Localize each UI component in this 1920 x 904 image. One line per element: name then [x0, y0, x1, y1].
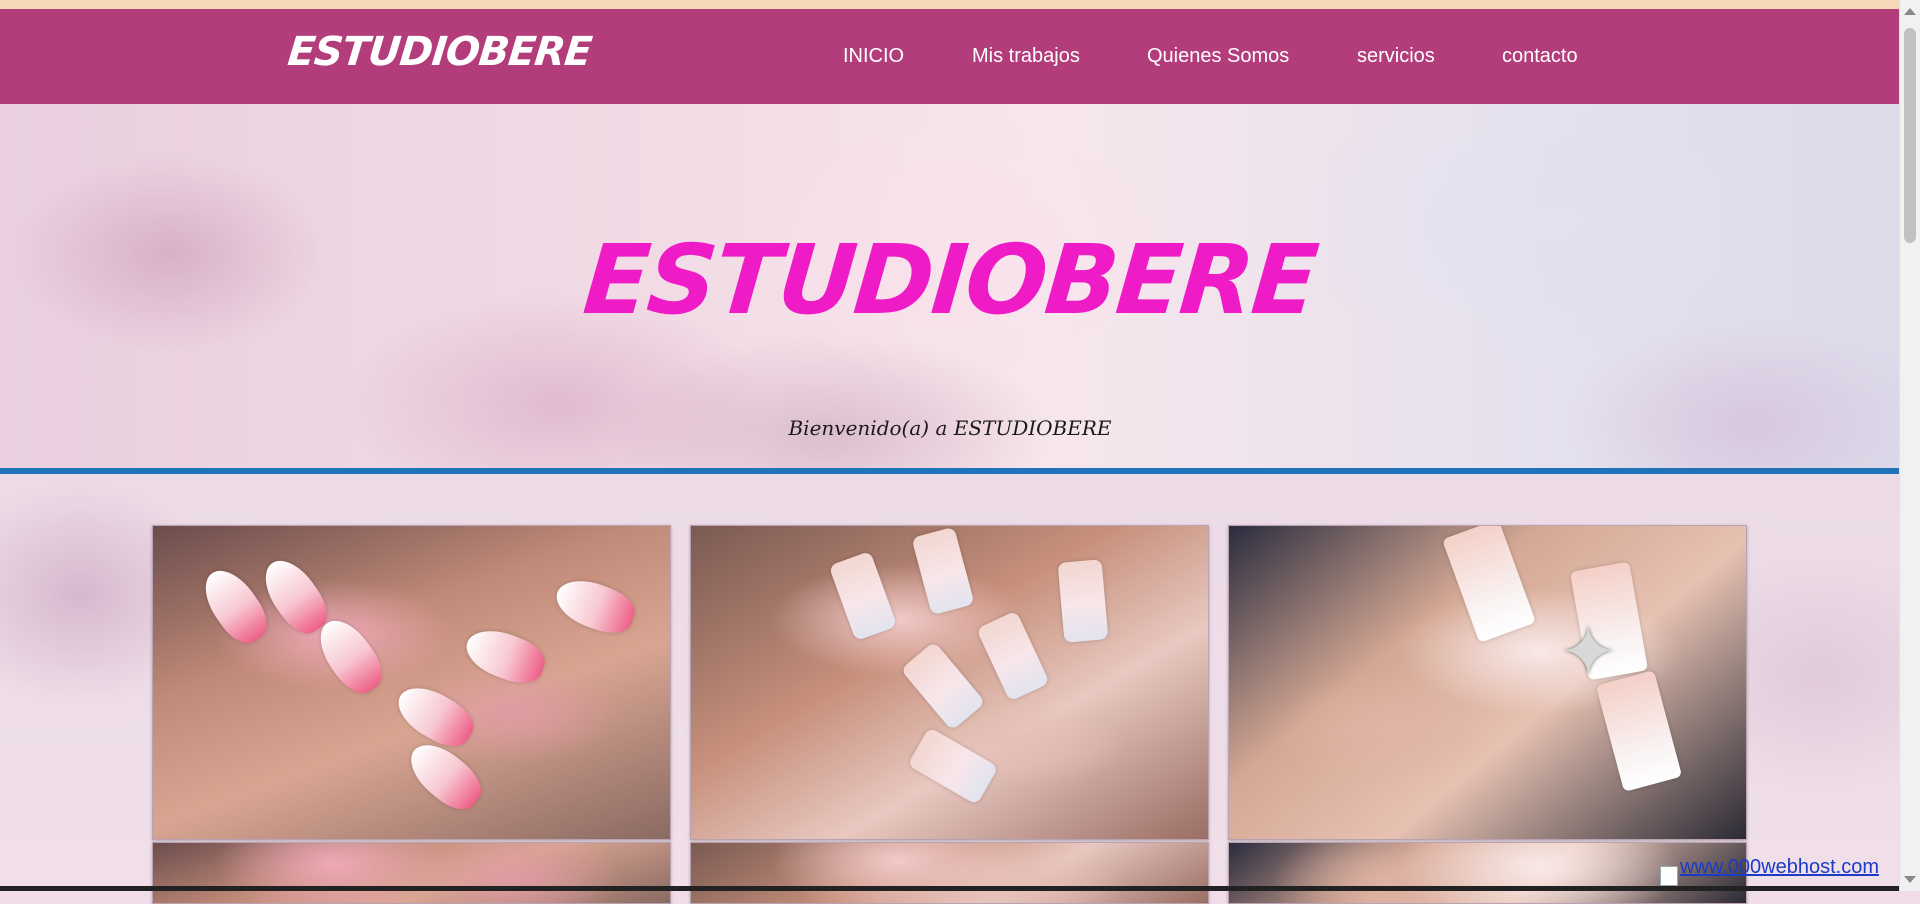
navbar: ESTUDIOBERE INICIO Mis trabajos Quienes …	[0, 9, 1900, 104]
scroll-down-arrow-icon[interactable]	[1904, 876, 1916, 883]
brand-logo-text[interactable]: ESTUDIOBERE	[286, 29, 594, 75]
scroll-up-arrow-icon[interactable]	[1904, 8, 1916, 15]
top-strip	[0, 0, 1900, 9]
scrollbar-thumb[interactable]	[1904, 28, 1916, 243]
nav-item-contacto[interactable]: contacto	[1502, 45, 1578, 68]
host-link[interactable]: www.000webhost.com	[1680, 856, 1879, 879]
bottom-bar	[0, 886, 1900, 891]
gallery-photo-row2-2[interactable]	[690, 842, 1209, 904]
gallery-photo-butterfly-charm-nails[interactable]: ✦	[1228, 525, 1747, 840]
butterfly-charm-icon: ✦	[1559, 613, 1618, 691]
hero-subtitle: Bienvenido(a) a ESTUDIOBERE	[788, 416, 1112, 440]
gallery-photo-pink-almond-nails[interactable]	[152, 525, 671, 840]
hero-section: ESTUDIOBERE Bienvenido(a) a ESTUDIOBERE	[0, 104, 1900, 469]
nav-item-servicios[interactable]: servicios	[1357, 45, 1435, 68]
nail	[1057, 559, 1109, 643]
scrollbar[interactable]	[1899, 0, 1920, 891]
gallery-photo-row2-1[interactable]	[152, 842, 671, 904]
nav-item-mis-trabajos[interactable]: Mis trabajos	[972, 45, 1080, 68]
nav-item-inicio[interactable]: INICIO	[843, 45, 904, 68]
nav-item-quienes-somos[interactable]: Quienes Somos	[1147, 45, 1289, 68]
hero-title: ESTUDIOBERE	[579, 224, 1321, 336]
gallery-photo-glitter-snowflake-nails[interactable]	[690, 525, 1209, 840]
broken-image-icon	[1660, 866, 1678, 886]
